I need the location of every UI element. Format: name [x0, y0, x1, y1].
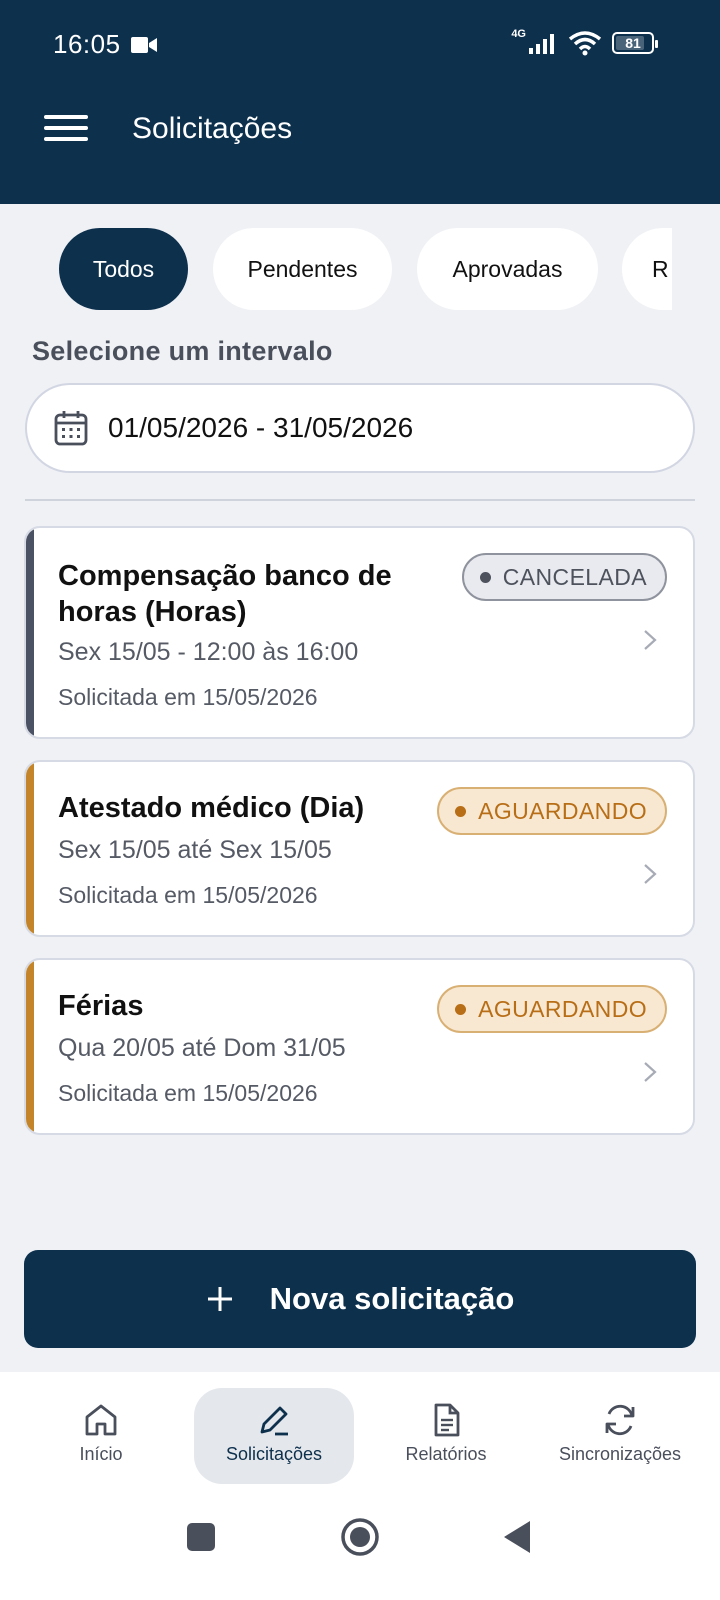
document-icon — [434, 1403, 460, 1437]
card-accent — [26, 762, 34, 935]
chip-pendentes[interactable]: Pendentes — [213, 228, 392, 310]
menu-icon[interactable] — [44, 110, 88, 148]
system-navigation-bar — [0, 1500, 720, 1600]
card-accent — [26, 528, 34, 737]
nav-label: Início — [79, 1444, 123, 1464]
new-request-label: Nova solicitação — [269, 1281, 515, 1316]
card-title-line2: horas (Horas) — [58, 596, 247, 628]
request-card[interactable]: Compensação banco de horas (Horas) Sex 1… — [24, 526, 695, 739]
battery-icon: 81 — [612, 32, 658, 54]
date-range-value: 01/05/2026 - 31/05/2026 — [108, 412, 414, 443]
nav-inicio[interactable]: Início — [21, 1388, 181, 1484]
network-type: 4G — [511, 28, 526, 40]
chevron-right-icon — [644, 864, 657, 884]
status-bar: 16:05 4G 81 — [0, 0, 720, 90]
battery-text: 81 — [625, 35, 641, 51]
chip-aprovadas[interactable]: Aprovadas — [417, 228, 598, 310]
card-title: Férias — [58, 990, 144, 1022]
page-title: Solicitações — [132, 112, 293, 145]
divider — [25, 499, 695, 501]
nav-relatorios[interactable]: Relatórios — [366, 1388, 526, 1484]
card-requested-date: Solicitada em 15/05/2026 — [58, 684, 318, 710]
card-accent — [26, 960, 34, 1133]
wifi-icon — [568, 31, 602, 56]
nav-label: Relatórios — [405, 1444, 487, 1464]
video-camera-icon — [131, 37, 157, 53]
card-title: Atestado médico (Dia) — [58, 792, 365, 824]
status-badge: AGUARDANDO — [437, 787, 667, 835]
home-button[interactable] — [340, 1517, 380, 1557]
nav-solicitacoes[interactable]: Solicitações — [194, 1388, 354, 1484]
pencil-icon — [260, 1406, 288, 1436]
chevron-right-icon — [644, 630, 657, 650]
nav-label: Sincronizações — [558, 1444, 682, 1464]
status-badge: CANCELADA — [461, 553, 667, 601]
nav-label: Solicitações — [225, 1444, 323, 1464]
status-badge-label: CANCELADA — [502, 563, 647, 590]
status-badge: AGUARDANDO — [437, 985, 667, 1033]
new-request-button[interactable]: Nova solicitação — [24, 1250, 696, 1348]
card-period: Qua 20/05 até Dom 31/05 — [58, 1034, 346, 1062]
signal-icon — [529, 34, 554, 54]
app-bar: Solicitações — [0, 90, 720, 204]
chevron-right-icon — [644, 1062, 657, 1082]
interval-label: Selecione um intervalo — [32, 336, 333, 366]
request-card[interactable]: Férias Qua 20/05 até Dom 31/05 Solicitad… — [24, 958, 695, 1135]
card-title: Compensação banco de — [58, 560, 392, 592]
filter-chips: Todos Pendentes Aprovadas R — [0, 228, 672, 310]
status-badge-label: AGUARDANDO — [478, 995, 647, 1022]
chip-todos[interactable]: Todos — [59, 228, 188, 310]
nav-sincronizacoes[interactable]: Sincronizações — [537, 1388, 703, 1484]
back-button[interactable] — [502, 1519, 532, 1555]
card-period: Sex 15/05 até Sex 15/05 — [58, 836, 332, 864]
sync-icon — [605, 1404, 635, 1436]
status-badge-label: AGUARDANDO — [478, 797, 647, 824]
status-time: 16:05 — [53, 29, 121, 59]
request-card[interactable]: Atestado médico (Dia) Sex 15/05 até Sex … — [24, 760, 695, 937]
bottom-navigation: Início Solicitações Relatórios Sincroniz… — [0, 1372, 720, 1500]
home-icon — [85, 1404, 117, 1436]
plus-icon — [207, 1287, 232, 1311]
chip-partial[interactable]: R — [622, 228, 672, 310]
card-period: Sex 15/05 - 12:00 às 16:00 — [58, 638, 359, 666]
card-requested-date: Solicitada em 15/05/2026 — [58, 882, 318, 908]
card-requested-date: Solicitada em 15/05/2026 — [58, 1080, 318, 1106]
recents-button[interactable] — [186, 1522, 216, 1552]
date-range-field[interactable]: 01/05/2026 - 31/05/2026 — [25, 383, 695, 473]
calendar-icon — [54, 411, 88, 446]
